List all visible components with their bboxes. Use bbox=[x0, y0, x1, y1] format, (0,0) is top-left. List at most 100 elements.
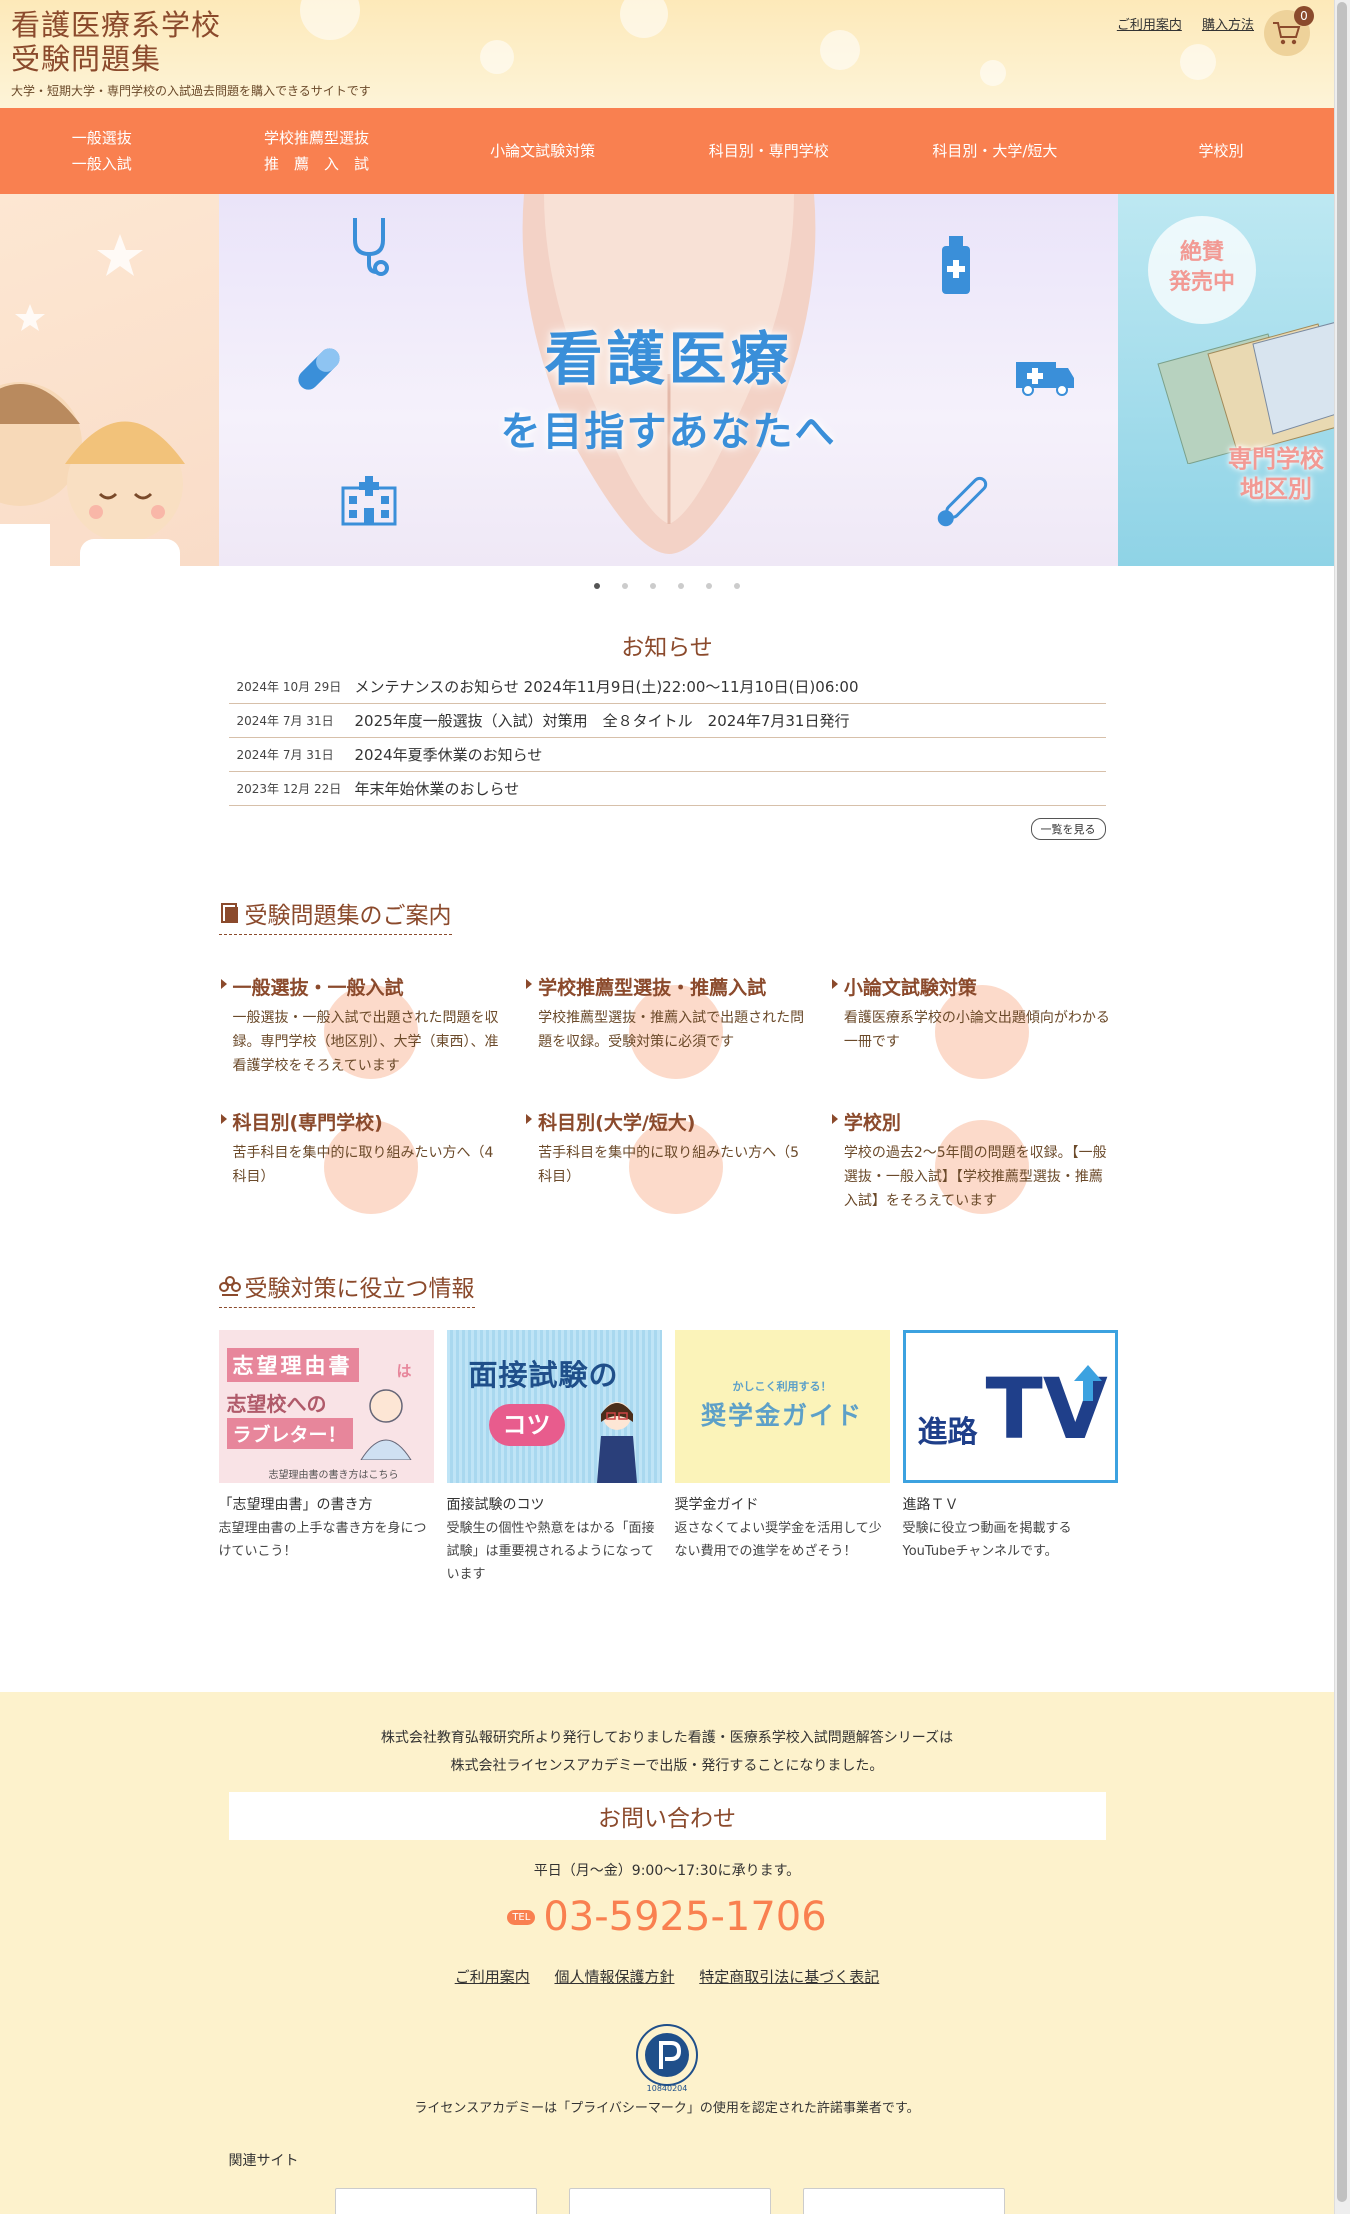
usage-guide-link[interactable]: ご利用案内 bbox=[1117, 18, 1182, 33]
related-site-banner[interactable] bbox=[334, 2188, 537, 2214]
hero-active-slide[interactable]: 看護医療 を目指すあなたへ bbox=[219, 194, 1118, 566]
nav-label-line2: 一般入試 bbox=[71, 155, 132, 173]
tel-icon: TEL bbox=[507, 1909, 536, 1925]
news-text: 2024年夏季休業のお知らせ bbox=[354, 746, 543, 764]
related-site-banner[interactable] bbox=[568, 2188, 771, 2214]
guide-item-desc: 苦手科目を集中的に取り組みたい方へ（5科目） bbox=[538, 1145, 800, 1185]
header-bubble bbox=[1180, 44, 1216, 80]
sale-badge: 絶賛 発売中 bbox=[1148, 216, 1256, 324]
nav-recommendation-exam[interactable]: 学校推薦型選抜 推 薦 入 試 bbox=[203, 125, 429, 177]
guide-item-title: 学校別 bbox=[831, 1108, 1116, 1135]
hero-carousel[interactable]: 看護医療 を目指すあなたへ 絶賛 発売中 専門学校 地区別 bbox=[0, 194, 1334, 566]
site-footer: 株式会社教育弘報研究所より発行しておりました看護・医療系学校入試問題解答シリーズ… bbox=[0, 1692, 1334, 2214]
carousel-dot[interactable] bbox=[594, 583, 600, 589]
news-text: メンテナンスのお知らせ 2024年11月9日(土)22:00～11月10日(日)… bbox=[354, 678, 859, 696]
nav-label-line1: 学校推薦型選抜 bbox=[264, 129, 370, 147]
header-bubble bbox=[820, 30, 860, 70]
nav-label-line2: 推 薦 入 試 bbox=[264, 155, 370, 173]
carousel-dot[interactable] bbox=[734, 583, 740, 589]
thumb-text: 奨学金ガイド bbox=[700, 1401, 863, 1430]
contact-title: お問い合わせ bbox=[228, 1792, 1106, 1840]
nav-label-line1: 学校別 bbox=[1198, 142, 1244, 160]
footer-links: ご利用案内 個人情報保護方針 特定商取引法に基づく表記 bbox=[0, 1966, 1334, 1987]
footer-notice: 株式会社教育弘報研究所より発行しておりました看護・医療系学校入試問題解答シリーズ… bbox=[0, 1724, 1334, 1780]
main-nav: 一般選抜 一般入試 学校推薦型選抜 推 薦 入 試 小論文試験対策 科目別・専門… bbox=[0, 108, 1334, 194]
news-title: お知らせ bbox=[621, 635, 713, 661]
carousel-dot[interactable] bbox=[706, 583, 712, 589]
thumb-text: 志望校への bbox=[226, 1392, 327, 1416]
info-grid: 志望理由書 は 志望校への ラブレター！ 志望理由書の書き方はこちら 「志望理由… bbox=[218, 1330, 1118, 1586]
privacy-mark-note: ライセンスアカデミーは「プライバシーマーク」の使用を認定された許諾事業者です。 bbox=[414, 2101, 920, 2116]
page: 看護医療系学校 受験問題集 大学・短期大学・専門学校の入試過去問題を購入できるサ… bbox=[0, 0, 1334, 2214]
sale-badge-line2: 発売中 bbox=[1168, 270, 1235, 295]
pmark-number: 10840204 bbox=[647, 2084, 688, 2093]
business-hours: 平日（月～金）9:00～17:30に承ります。 bbox=[533, 1863, 801, 1879]
carousel-dot[interactable] bbox=[678, 583, 684, 589]
info-thumbnail: 進路 TV bbox=[902, 1330, 1118, 1483]
hero-prev-slide[interactable] bbox=[0, 194, 219, 566]
info-card-scholarship-guide[interactable]: かしこく利用する！ 奨学金ガイド 奨学金ガイド 返さなくてよい奨学金を活用して少… bbox=[674, 1330, 890, 1586]
nav-subject-vocational[interactable]: 科目別・専門学校 bbox=[656, 138, 882, 164]
guide-essay-exam[interactable]: 小論文試験対策 看護医療系学校の小論文出題傾向がわかる一冊です bbox=[830, 973, 1116, 1079]
sale-badge-line1: 絶賛 bbox=[1179, 240, 1224, 265]
hero-next-slide[interactable]: 絶賛 発売中 専門学校 地区別 bbox=[1118, 194, 1334, 566]
info-card-title: 進路ＴＶ bbox=[902, 1497, 959, 1513]
footer-notice-line2: 株式会社ライセンスアカデミーで出版・発行することになりました。 bbox=[450, 1758, 884, 1774]
privacy-mark-logo: 10840204 bbox=[631, 2021, 703, 2093]
hospital-icon bbox=[341, 476, 397, 526]
news-more-button[interactable]: 一覧を見る bbox=[1030, 818, 1106, 840]
thermometer-icon bbox=[937, 476, 988, 527]
purchase-method-link[interactable]: 購入方法 bbox=[1202, 18, 1254, 33]
footer-commercial-law-link[interactable]: 特定商取引法に基づく表記 bbox=[699, 1968, 879, 1986]
guide-section-head: 受験問題集のご案内 bbox=[218, 896, 1116, 935]
guide-recommendation-exam[interactable]: 学校推薦型選抜・推薦入試 学校推薦型選抜・推薦入試で出題された問題を収録。受験対… bbox=[524, 973, 810, 1079]
info-card-interview-tips[interactable]: 面接試験の コツ 面接試験のコツ 受験生の個性や熱意をはかる「面接試験」は重要視… bbox=[446, 1330, 662, 1586]
info-card-shinro-tv[interactable]: 進路 TV 進路ＴＶ 受験に役立つ動画を掲載するYouTubeチャンネルです。 bbox=[902, 1330, 1118, 1586]
footer-privacy-policy-link[interactable]: 個人情報保護方針 bbox=[554, 1968, 674, 1986]
nav-essay-exam[interactable]: 小論文試験対策 bbox=[430, 138, 656, 164]
news-date: 2024年 7月 31日 bbox=[236, 714, 334, 728]
thumb-text: かしこく利用する！ bbox=[732, 1380, 832, 1393]
guide-by-school[interactable]: 学校別 学校の過去2～5年間の問題を収録。【一般選抜・一般入試】【学校推薦型選抜… bbox=[830, 1108, 1116, 1214]
cart-button[interactable]: 0 bbox=[1264, 6, 1314, 56]
thumb-text: 志望理由書 bbox=[226, 1348, 359, 1382]
news-item[interactable]: 2024年 7月 31日 2025年度一般選抜（入試）対策用 全８タイトル 20… bbox=[228, 704, 1106, 738]
guide-subject-university[interactable]: 科目別(大学/短大) 苦手科目を集中的に取り組みたい方へ（5科目） bbox=[524, 1108, 810, 1214]
info-card-application-letter[interactable]: 志望理由書 は 志望校への ラブレター！ 志望理由書の書き方はこちら 「志望理由… bbox=[218, 1330, 434, 1586]
arrow-up-icon bbox=[1073, 1365, 1102, 1401]
related-sites-title: 関連サイト bbox=[228, 2153, 299, 2169]
carousel-dot[interactable] bbox=[622, 583, 628, 589]
nav-subject-university[interactable]: 科目別・大学/短大 bbox=[882, 138, 1108, 164]
guide-item-desc: 学校推薦型選抜・推薦入試で出題された問題を収録。受験対策に必須です bbox=[538, 1010, 805, 1050]
interviewee-illustration bbox=[596, 1402, 637, 1483]
footer-notice-line1: 株式会社教育弘報研究所より発行しておりました看護・医療系学校入試問題解答シリーズ… bbox=[380, 1730, 954, 1746]
site-title-line2: 受験問題集 bbox=[11, 42, 162, 76]
carousel-dot[interactable] bbox=[650, 583, 656, 589]
info-card-title: 面接試験のコツ bbox=[446, 1497, 545, 1513]
thumb-text: は bbox=[396, 1362, 412, 1380]
nav-general-exam[interactable]: 一般選抜 一般入試 bbox=[0, 125, 203, 177]
vertical-scrollbar[interactable] bbox=[1334, 0, 1350, 2214]
site-logo-title[interactable]: 看護医療系学校 受験問題集 bbox=[11, 8, 221, 76]
news-item[interactable]: 2023年 12月 22日 年末年始休業のおしらせ bbox=[228, 772, 1106, 806]
privacy-mark-icon: 10840204 bbox=[636, 2024, 698, 2093]
thumb-text: 面接試験の bbox=[468, 1358, 619, 1392]
guide-section-title: 受験問題集のご案内 bbox=[218, 896, 452, 935]
nav-label-line1: 科目別・専門学校 bbox=[708, 142, 829, 160]
nav-label-line1: 小論文試験対策 bbox=[490, 142, 596, 160]
guide-item-title: 小論文試験対策 bbox=[831, 973, 1116, 1000]
footer-usage-guide-link[interactable]: ご利用案内 bbox=[455, 1968, 530, 1986]
guide-subject-vocational[interactable]: 科目別(専門学校) 苦手科目を集中的に取り組みたい方へ（4科目） bbox=[219, 1108, 505, 1214]
news-item[interactable]: 2024年 7月 31日 2024年夏季休業のお知らせ bbox=[228, 738, 1106, 772]
scrollbar-thumb[interactable] bbox=[1337, 2, 1347, 2202]
info-section-head: 受験対策に役立つ情報 bbox=[218, 1269, 1116, 1308]
nav-by-school[interactable]: 学校別 bbox=[1108, 138, 1334, 164]
student-illustration bbox=[359, 1389, 412, 1460]
related-site-banner[interactable] bbox=[802, 2188, 1005, 2214]
guide-general-exam[interactable]: 一般選抜・一般入試 一般選抜・一般入試で出題された問題を収録。専門学校（地区別）… bbox=[219, 973, 505, 1079]
phone-number[interactable]: TEL 03-5925-1706 bbox=[0, 1894, 1334, 1940]
guide-item-desc: 看護医療系学校の小論文出題傾向がわかる一冊です bbox=[843, 1010, 1110, 1050]
news-date: 2024年 7月 31日 bbox=[236, 748, 334, 762]
news-item[interactable]: 2024年 10月 29日 メンテナンスのお知らせ 2024年11月9日(土)2… bbox=[228, 670, 1106, 704]
guide-grid: 一般選抜・一般入試 一般選抜・一般入試で出題された問題を収録。専門学校（地区別）… bbox=[219, 973, 1116, 1214]
